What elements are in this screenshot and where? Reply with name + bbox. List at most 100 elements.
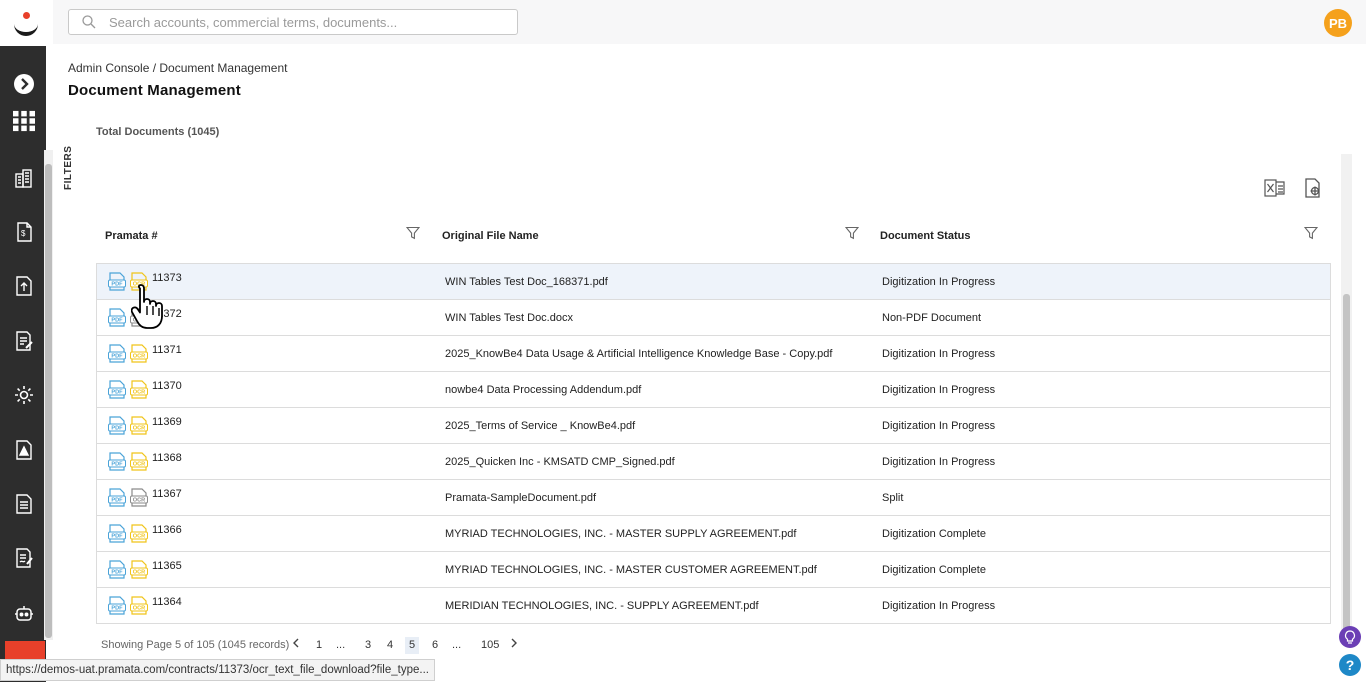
document-status: Digitization In Progress	[882, 600, 996, 612]
left-rail: $	[0, 0, 53, 682]
table-row[interactable]: PDF OCR 11364 MERIDIAN TECHNOLOGIES, INC. -…	[96, 588, 1331, 624]
ocr-download-icon[interactable]: OCR	[130, 488, 148, 507]
ocr-download-icon[interactable]: OCR	[130, 596, 148, 615]
page-link-current[interactable]: 5	[405, 637, 419, 654]
pramata-id[interactable]: 11370	[152, 380, 182, 392]
ocr-download-icon[interactable]: OCR	[130, 272, 148, 291]
pdf-label: PDF	[111, 606, 123, 612]
page-link[interactable]: 105	[478, 637, 502, 654]
pramata-id[interactable]: 11367	[152, 488, 182, 500]
filters-label: FILTERS	[63, 145, 74, 190]
column-header-pramata[interactable]: Pramata #	[105, 230, 158, 242]
page-link[interactable]: 6	[428, 637, 442, 654]
pramata-id[interactable]: 11368	[152, 452, 182, 464]
accounts-icon[interactable]	[13, 167, 35, 189]
original-file-name: 2025_Quicken Inc - KMSATD CMP_Signed.pdf	[445, 456, 675, 468]
total-documents-count: Total Documents (1045)	[96, 126, 220, 138]
svg-text:$: $	[21, 229, 26, 238]
search-input[interactable]	[109, 13, 509, 31]
table-row[interactable]: PDF OCR 11370 nowbe4 Data Processing Addend…	[96, 372, 1331, 408]
status-filter-icon[interactable]	[1303, 226, 1319, 245]
column-header-file-name[interactable]: Original File Name	[442, 230, 539, 242]
ocr-label: OCR	[133, 282, 145, 288]
pramata-id[interactable]: 11365	[152, 560, 182, 572]
settings-gear-icon[interactable]	[13, 384, 35, 406]
pramata-id[interactable]: 11371	[152, 344, 182, 356]
ocr-download-icon[interactable]: OCR	[130, 416, 148, 435]
pdf-label: PDF	[111, 498, 123, 504]
export-excel-icon[interactable]	[1263, 176, 1287, 200]
edit-document-icon[interactable]	[13, 330, 35, 352]
table-row[interactable]: PDF OCR 11367 Pramata-SampleDocument.pdf Spl…	[96, 480, 1331, 516]
pdf-download-icon[interactable]: PDF	[108, 488, 126, 507]
table-row[interactable]: PDF OCR 11373 WIN Tables Test Doc_168371.pd…	[96, 263, 1331, 300]
table-scrollbar[interactable]	[1341, 154, 1352, 644]
pramata-id[interactable]: 11369	[152, 416, 182, 428]
document-status: Digitization In Progress	[882, 420, 996, 432]
table-row[interactable]: PDF OCR 11366 MYRIAD TECHNOLOGIES, INC. - M…	[96, 516, 1331, 552]
ocr-download-icon[interactable]: OCR	[130, 308, 148, 327]
help-button[interactable]: ?	[1339, 654, 1361, 676]
global-search[interactable]	[68, 9, 518, 35]
ocr-download-icon[interactable]: OCR	[130, 524, 148, 543]
pdf-download-icon[interactable]: PDF	[108, 452, 126, 471]
prev-page-icon[interactable]	[289, 637, 303, 654]
filters-toggle[interactable]: FILTERS	[61, 146, 81, 192]
user-avatar[interactable]: PB	[1324, 9, 1352, 37]
pdf-download-icon[interactable]: PDF	[108, 344, 126, 363]
pdf-download-icon[interactable]: PDF	[108, 524, 126, 543]
table-row[interactable]: PDF OCR 11365 MYRIAD TECHNOLOGIES, INC. - M…	[96, 552, 1331, 588]
ocr-label: OCR	[133, 426, 145, 432]
pramata-id[interactable]: 11372	[152, 308, 182, 320]
pdf-label: PDF	[111, 390, 123, 396]
original-file-name: 2025_KnowBe4 Data Usage & Artificial Int…	[445, 348, 833, 360]
ocr-label: OCR	[133, 318, 145, 324]
pramata-logo[interactable]	[0, 0, 53, 46]
pdf-download-icon[interactable]: PDF	[108, 596, 126, 615]
pramata-id[interactable]: 11364	[152, 596, 182, 608]
table-row[interactable]: PDF OCR 11371 2025_KnowBe4 Data Usage & Art…	[96, 336, 1331, 372]
apps-grid-icon[interactable]	[13, 110, 35, 132]
document-status: Digitization In Progress	[882, 456, 996, 468]
original-file-name: WIN Tables Test Doc.docx	[445, 312, 573, 324]
pdf-download-icon[interactable]: PDF	[108, 416, 126, 435]
table-row[interactable]: PDF OCR 11368 2025_Quicken Inc - KMSATD CMP…	[96, 444, 1331, 480]
expand-sidebar-icon[interactable]	[13, 73, 35, 95]
page-link[interactable]: 3	[361, 637, 375, 654]
contracts-dollar-icon[interactable]: $	[13, 221, 35, 243]
breadcrumb: Admin Console / Document Management	[68, 61, 288, 75]
table-row[interactable]: PDF OCR 11369 2025_Terms of Service _ KnowB…	[96, 408, 1331, 444]
page-link[interactable]: 4	[383, 637, 397, 654]
pramata-id[interactable]: 11373	[152, 272, 182, 284]
lightbulb-icon[interactable]	[1339, 626, 1361, 648]
settings-shortcut[interactable]	[5, 641, 45, 661]
ocr-download-icon[interactable]: OCR	[130, 452, 148, 471]
pdf-label: PDF	[111, 426, 123, 432]
pramata-filter-icon[interactable]	[405, 226, 421, 245]
pdf-download-icon[interactable]: PDF	[108, 272, 126, 291]
original-file-name: WIN Tables Test Doc_168371.pdf	[445, 276, 608, 288]
pdf-download-icon[interactable]: PDF	[108, 380, 126, 399]
document-status: Digitization In Progress	[882, 276, 996, 288]
upload-document-icon[interactable]	[13, 275, 35, 297]
next-page-icon[interactable]	[507, 637, 521, 654]
ocr-download-icon[interactable]: OCR	[130, 380, 148, 399]
page-link[interactable]: 1	[312, 637, 326, 654]
pdf-download-icon[interactable]: PDF	[108, 308, 126, 327]
report-document-icon[interactable]	[13, 493, 35, 515]
ocr-download-icon[interactable]: OCR	[130, 560, 148, 579]
original-file-name: Pramata-SampleDocument.pdf	[445, 492, 597, 504]
pdf-download-icon[interactable]: PDF	[108, 560, 126, 579]
signed-document-icon[interactable]	[13, 547, 35, 569]
bot-icon[interactable]	[13, 603, 35, 625]
ocr-label: OCR	[133, 498, 145, 504]
alert-document-icon[interactable]	[13, 439, 35, 461]
column-header-status[interactable]: Document Status	[880, 230, 970, 242]
table-header: Pramata # Original File Name Document St…	[96, 220, 1330, 254]
pramata-id[interactable]: 11366	[152, 524, 182, 536]
column-settings-icon[interactable]	[1301, 176, 1325, 200]
table-row[interactable]: PDF OCR 11372 WIN Tables Test Doc.docx Non-P…	[96, 300, 1331, 336]
file-name-filter-icon[interactable]	[844, 226, 860, 245]
ocr-download-icon[interactable]: OCR	[130, 344, 148, 363]
sidebar-scrollbar[interactable]	[44, 150, 53, 640]
